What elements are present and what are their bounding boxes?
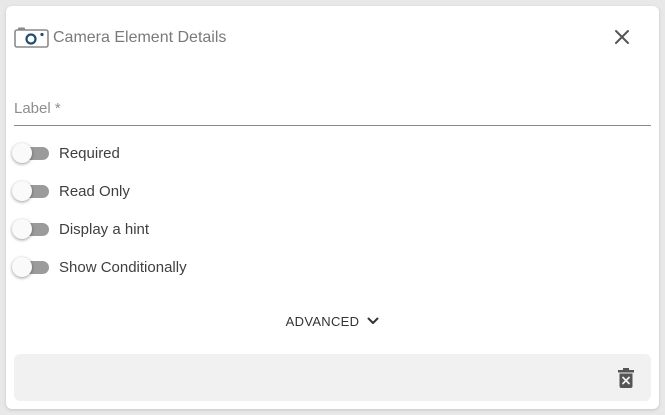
advanced-label: ADVANCED: [285, 313, 360, 329]
toggle-row-required: Required: [12, 142, 120, 164]
read-only-toggle[interactable]: [12, 181, 50, 201]
delete-icon: [618, 368, 634, 388]
toggle-row-read-only: Read Only: [12, 180, 130, 202]
required-label: Required: [59, 144, 120, 162]
dialog-header: Camera Element Details: [14, 26, 226, 50]
show-conditionally-label: Show Conditionally: [59, 258, 187, 276]
toggle-thumb: [12, 219, 32, 239]
toggle-row-display-hint: Display a hint: [12, 218, 149, 240]
advanced-button[interactable]: ADVANCED: [6, 309, 659, 333]
camera-icon: [14, 27, 49, 49]
toggle-thumb: [12, 143, 32, 163]
delete-button[interactable]: [614, 366, 638, 390]
dialog-footer: [14, 354, 651, 401]
required-toggle[interactable]: [12, 143, 50, 163]
label-input[interactable]: [14, 98, 651, 125]
show-conditionally-toggle[interactable]: [12, 257, 50, 277]
toggle-thumb: [12, 181, 32, 201]
toggle-row-show-conditionally: Show Conditionally: [12, 256, 187, 278]
toggle-thumb: [12, 257, 32, 277]
label-field[interactable]: Label *: [14, 98, 651, 126]
read-only-label: Read Only: [59, 182, 130, 200]
close-icon: [615, 30, 629, 44]
close-button[interactable]: [610, 25, 634, 49]
display-hint-toggle[interactable]: [12, 219, 50, 239]
chevron-down-icon: [367, 317, 379, 325]
camera-element-dialog: Camera Element Details Label * Required …: [6, 6, 659, 409]
display-hint-label: Display a hint: [59, 220, 150, 238]
dialog-title: Camera Element Details: [53, 29, 227, 46]
